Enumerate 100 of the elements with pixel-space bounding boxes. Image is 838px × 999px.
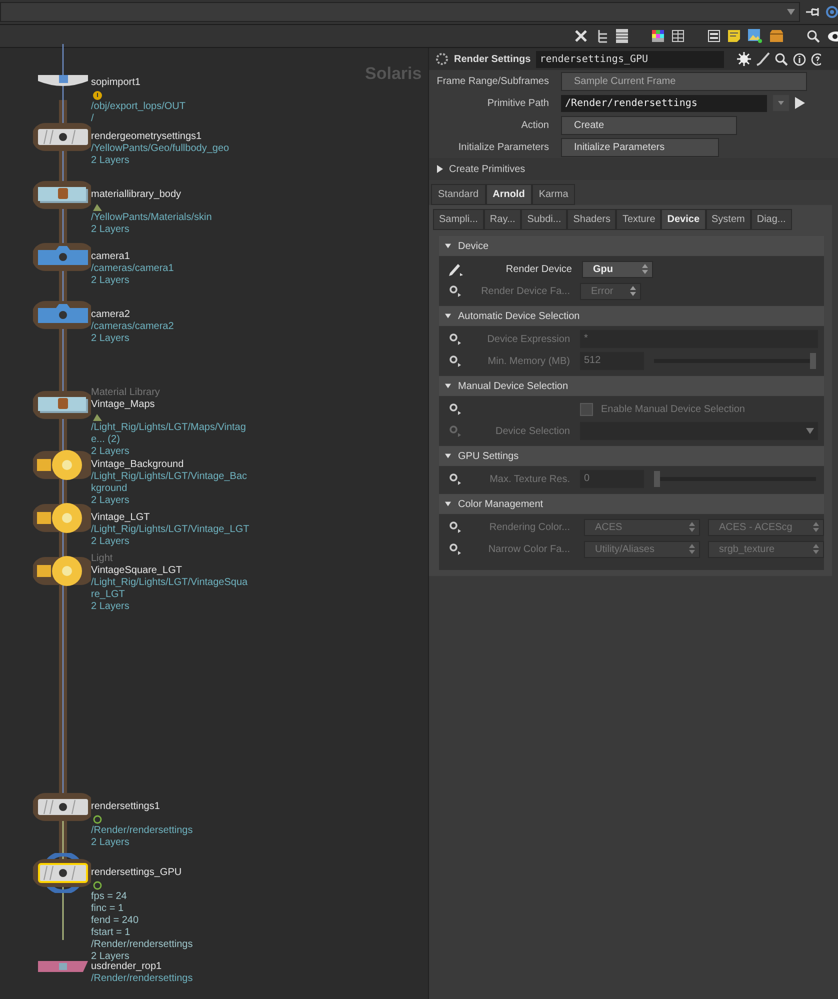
node-info-text: /Light_Rig/Lights/LGT/VintageSqua	[91, 577, 248, 589]
section-header[interactable]: GPU Settings	[439, 446, 824, 466]
tab[interactable]: Ray...	[484, 209, 522, 230]
node-name: rendergeometrysettings1	[91, 131, 202, 143]
section-header[interactable]: Color Management	[439, 494, 824, 514]
tab[interactable]: Diag...	[750, 209, 792, 230]
primitive-path-field[interactable]: /Render/rendersettings	[561, 94, 767, 112]
palette-icon[interactable]	[652, 30, 664, 42]
parameter-label: Min. Memory (MB)	[486, 356, 570, 366]
node-type-label: Material Library	[91, 387, 160, 398]
list-icon[interactable]	[616, 29, 628, 43]
node-name: VintageSquare_LGT	[91, 565, 182, 577]
node-info-text: fps = 24	[91, 891, 127, 903]
node-info-text: fend = 240	[91, 915, 139, 927]
dropdown-arrow-icon	[787, 9, 795, 15]
stepper-arrows-icon	[689, 522, 695, 532]
expand-triangle-icon	[444, 313, 452, 319]
section-header[interactable]: Device	[439, 236, 824, 256]
parameter-label: Device Expression	[486, 334, 570, 344]
info-icon[interactable]	[792, 52, 806, 66]
node-info-text: 2 Layers	[91, 495, 130, 507]
node-info-text: /obj/export_lops/OUT	[91, 101, 186, 113]
menu-button[interactable]: Initialize Parameters	[561, 138, 719, 156]
node-type-label: Light	[91, 553, 113, 564]
node-info-text: 2 Layers	[91, 224, 130, 236]
node-drawing[interactable]	[33, 853, 91, 893]
node-info-text: finc = 1	[91, 903, 124, 915]
stepper-arrows-icon	[689, 544, 695, 554]
stepper-arrows-icon	[813, 544, 819, 554]
parameter-label: Frame Range/Subframes	[436, 76, 549, 86]
tab[interactable]: Shaders	[567, 209, 616, 230]
pin-icon[interactable]	[806, 6, 820, 18]
menu-field[interactable]: Create	[561, 116, 737, 134]
section-header[interactable]: Automatic Device Selection	[439, 306, 824, 326]
parameter-label: Initialize Parameters	[457, 142, 549, 152]
note-icon[interactable]	[728, 30, 740, 42]
tab[interactable]: Karma	[532, 184, 576, 205]
stepper-arrows-icon	[630, 286, 636, 296]
tab[interactable]: Sampli...	[433, 209, 484, 230]
node-name-field[interactable]: rendersettings_GPU	[536, 50, 724, 68]
tab[interactable]: Arnold	[486, 184, 532, 205]
node-info-text: 2 Layers	[91, 951, 130, 962]
section-title: Manual Device Selection	[458, 380, 568, 392]
tab[interactable]: Standard	[431, 184, 486, 205]
grid-icon[interactable]	[672, 30, 684, 42]
node-name: Vintage_Maps	[91, 399, 155, 411]
stepper-arrows-icon	[813, 522, 819, 532]
node-name: camera1	[91, 251, 130, 263]
cursor-arrow-icon[interactable]	[795, 97, 805, 109]
node-info-text: /	[91, 113, 94, 125]
parameter-label: Render Device Fa...	[480, 286, 570, 296]
check-badge-icon	[93, 881, 102, 890]
circle-icon[interactable]	[826, 6, 838, 18]
node-info-text: /Render/rendersettings	[91, 825, 193, 837]
material-badge-icon	[93, 413, 102, 421]
node-info-text: 2 Layers	[91, 536, 130, 548]
brush-icon[interactable]	[756, 52, 770, 66]
tab[interactable]: Subdi...	[521, 209, 568, 230]
node-name: sopimport1	[91, 77, 140, 89]
help-icon[interactable]	[810, 52, 821, 66]
folder-header[interactable]: Create Primitives	[429, 158, 838, 180]
pencil-icon[interactable]	[449, 262, 463, 276]
section-title: GPU Settings	[458, 450, 519, 462]
dropdown-arrow-icon	[806, 428, 814, 434]
tab[interactable]: Texture	[616, 209, 662, 230]
folder-label: Create Primitives	[449, 164, 526, 174]
node-info-text: kground	[91, 483, 128, 495]
parameter-label: Action	[520, 120, 549, 130]
tree-icon[interactable]	[596, 29, 608, 43]
search-icon[interactable]	[807, 30, 820, 42]
node-info-text: /YellowPants/Geo/fullbody_geo	[91, 143, 230, 155]
parameter-label: Narrow Color Fa...	[487, 544, 570, 554]
parameter-label: Render Device	[504, 264, 572, 274]
section-header[interactable]: Manual Device Selection	[439, 376, 824, 396]
panel-icon[interactable]	[708, 30, 720, 42]
node-name: rendersettings_GPU	[91, 867, 182, 879]
node-type-title: Render Settings	[454, 54, 531, 64]
node-info-text: 2 Layers	[91, 155, 130, 167]
node-info-text: 2 Layers	[91, 333, 130, 345]
path-field[interactable]	[0, 2, 800, 22]
section-title: Color Management	[458, 498, 544, 510]
node-info-text: e... (2)	[91, 434, 120, 446]
tab[interactable]: System	[706, 209, 751, 230]
box-icon[interactable]	[770, 30, 783, 42]
node-name: usdrender_rop1	[91, 961, 162, 973]
node-name: materiallibrary_body	[91, 189, 182, 201]
image-icon[interactable]	[748, 29, 762, 43]
expand-triangle-icon	[437, 165, 443, 173]
node-name: rendersettings1	[91, 801, 160, 813]
menu-field[interactable]: Gpu	[582, 260, 653, 278]
node-info-text: /Render/rendersettings	[91, 939, 193, 951]
expand-triangle-icon	[444, 501, 452, 507]
material-badge-icon	[93, 203, 102, 211]
eye-icon[interactable]	[828, 30, 838, 42]
menu-field[interactable]: Sample Current Frame	[561, 72, 807, 90]
tab[interactable]: Device	[661, 209, 706, 230]
node-info-text: /cameras/camera1	[91, 263, 174, 275]
node-info-text: /cameras/camera2	[91, 321, 174, 333]
search-icon[interactable]	[774, 52, 788, 66]
node-name: Vintage_LGT	[91, 512, 150, 524]
